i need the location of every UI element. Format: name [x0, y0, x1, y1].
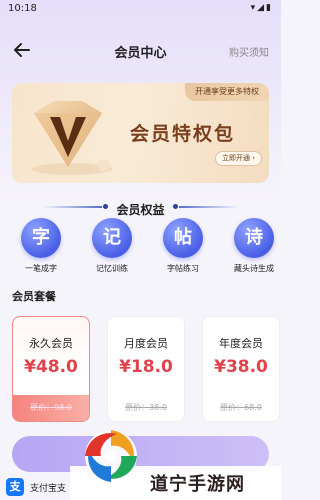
open-now-button[interactable]: 立即开通 › [215, 151, 263, 166]
benefit-label: 一笔成字 [25, 264, 57, 273]
plan-original-price: 原价：98.0 [13, 395, 89, 421]
purchase-notice-link[interactable]: 购买须知 [229, 44, 269, 59]
plan-price: ¥48.0 [24, 357, 78, 377]
benefits-title: 会员权益 [116, 203, 165, 217]
benefit-label: 藏头诗生成 [234, 264, 274, 273]
plan-original-price: 原价：68.0 [220, 403, 262, 412]
benefits-header: 会员权益 [0, 199, 281, 217]
divider-dot [103, 204, 108, 209]
plan-original-price: 原价：38.0 [125, 403, 167, 412]
swirl-logo-icon [85, 430, 137, 482]
benefit-char-icon: 记 [92, 218, 132, 258]
benefits-list: 字 一笔成字 记 记忆训练 帖 字帖练习 诗 藏头诗生成 [0, 218, 281, 278]
vip-banner[interactable]: 开通享受更多特权 会员特权包 立即开通 › [12, 83, 269, 183]
benefit-label: 字帖练习 [167, 264, 199, 273]
status-time: 10:18 [8, 3, 37, 14]
benefit-item[interactable]: 帖 字帖练习 [153, 218, 213, 274]
benefit-item[interactable]: 字 一笔成字 [11, 218, 71, 274]
plan-card-lifetime[interactable]: 永久会员 ¥48.0 原价：98.0 [12, 316, 90, 422]
divider-line [179, 206, 239, 208]
benefit-char-icon: 诗 [234, 218, 274, 258]
banner-tag: 开通享受更多特权 [185, 83, 269, 101]
diamond-emblem-icon [32, 101, 112, 175]
plan-card-monthly[interactable]: 月度会员 ¥18.0 原价：38.0 [107, 316, 185, 422]
banner-title: 会员特权包 [130, 123, 236, 145]
benefit-char-icon: 字 [21, 218, 61, 258]
alipay-icon: 支 [6, 478, 24, 496]
plan-price: ¥18.0 [119, 357, 173, 377]
payment-method-label: 支付宝支 [30, 484, 67, 494]
status-bar: 10:18 ▾◢▮ [0, 0, 281, 20]
benefit-item[interactable]: 记 记忆训练 [82, 218, 142, 274]
plan-name: 永久会员 [29, 337, 73, 350]
plan-card-yearly[interactable]: 年度会员 ¥38.0 原价：68.0 [202, 316, 280, 422]
divider-line [42, 206, 102, 208]
plan-price: ¥38.0 [214, 357, 268, 377]
divider-dot [173, 204, 178, 209]
plans-title: 会员套餐 [12, 290, 56, 303]
benefit-label: 记忆训练 [96, 264, 128, 273]
benefit-char-icon: 帖 [163, 218, 203, 258]
plan-name: 年度会员 [219, 337, 263, 350]
plan-name: 月度会员 [124, 337, 168, 350]
watermark-text: 道宁手游网 [150, 474, 245, 495]
status-icons: ▾◢▮ [250, 3, 273, 13]
nav-bar: 会员中心 购买须知 [0, 38, 281, 64]
plans-list: 永久会员 ¥48.0 原价：98.0 月度会员 ¥18.0 原价：38.0 年度… [12, 316, 281, 424]
benefit-item[interactable]: 诗 藏头诗生成 [224, 218, 284, 274]
